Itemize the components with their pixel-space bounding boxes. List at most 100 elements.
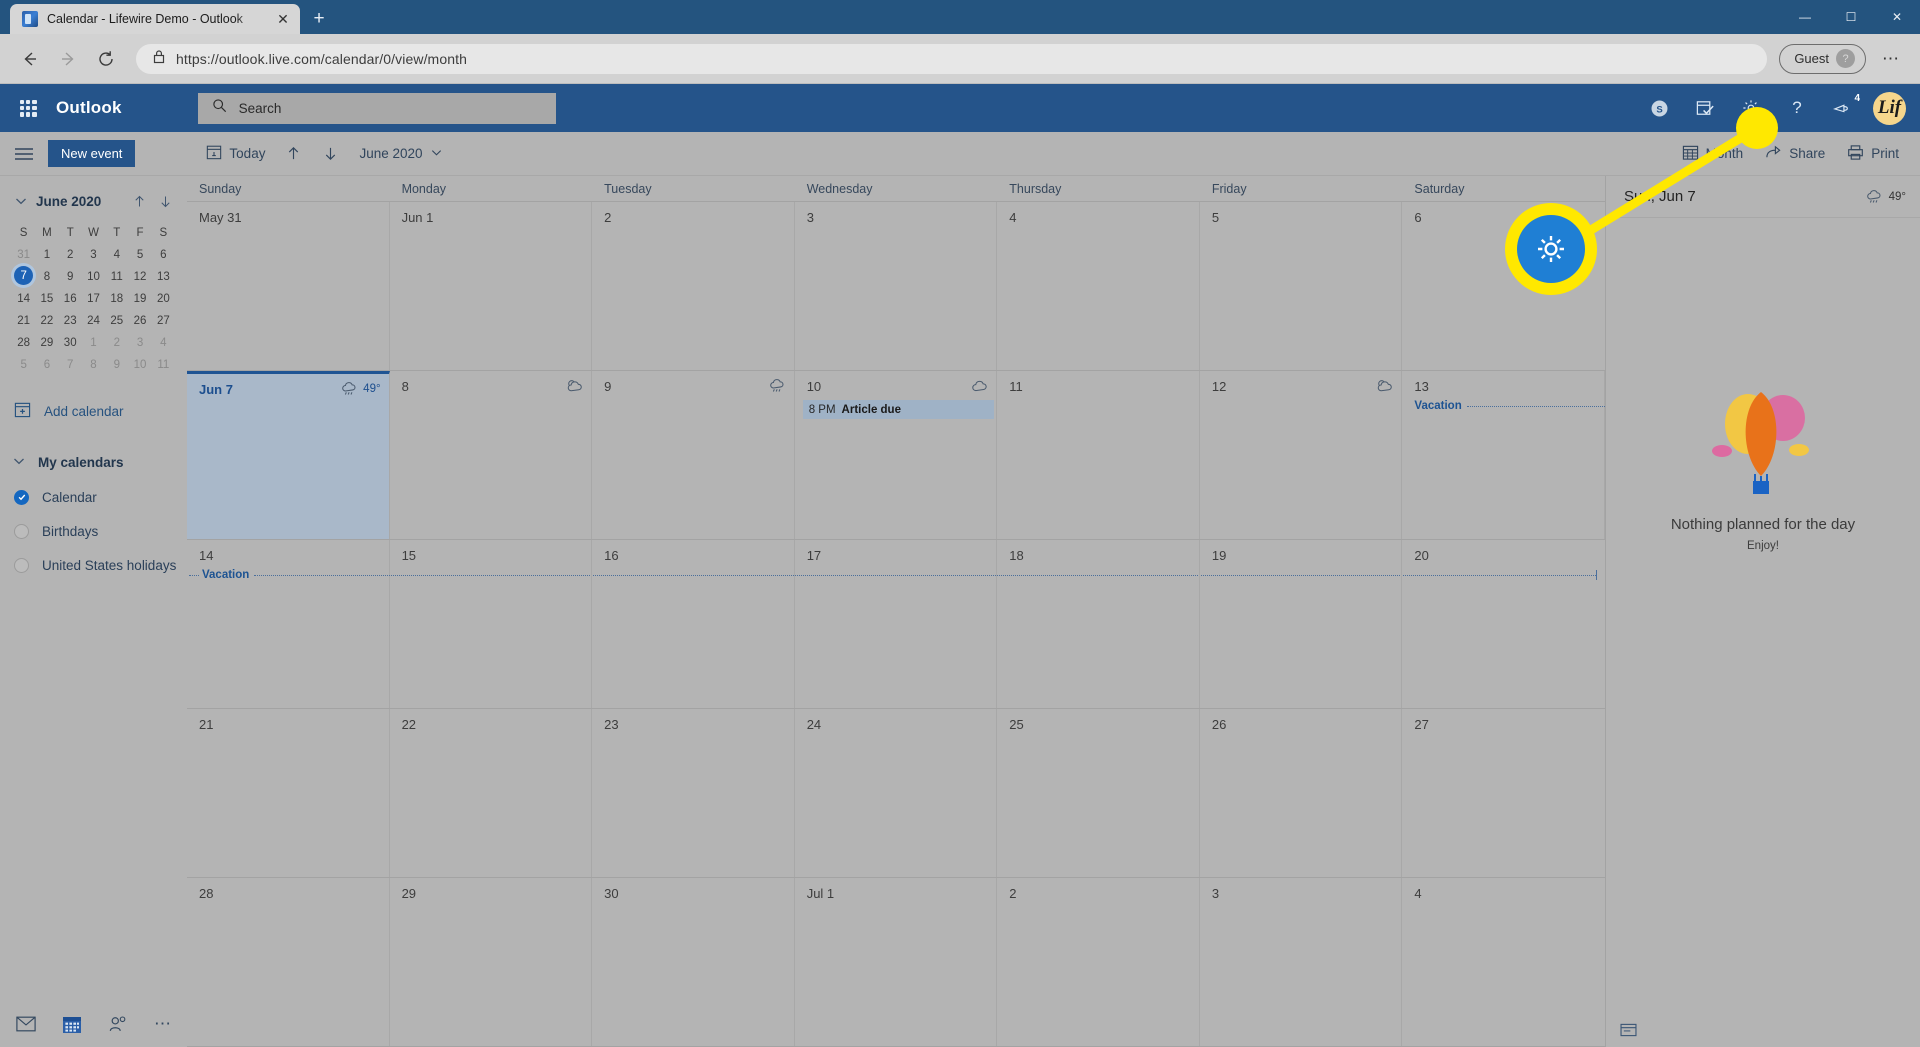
mini-calendar-day[interactable]: 19 [128,288,151,310]
mini-calendar-day[interactable]: 16 [59,288,82,310]
print-button[interactable]: Print [1838,138,1908,170]
mini-calendar-day[interactable]: 1 [35,244,58,266]
calendar-day-cell[interactable]: 26 [1200,709,1403,877]
calendar-day-cell[interactable]: 3 [1200,878,1403,1046]
mini-calendar-day[interactable]: 6 [35,354,58,376]
more-apps-icon[interactable]: ⋯ [154,1014,173,1034]
calendar-day-number[interactable]: 14 [199,548,213,563]
mini-calendar-day[interactable]: 31 [12,244,35,266]
maximize-icon[interactable]: ☐ [1828,0,1874,34]
mini-calendar-grid[interactable]: S M T W T F S 31 1 2 3 4 5 6 7 8 9 10 11 12 13 14 15 16 17 18 19 20… [12,222,175,376]
share-button[interactable]: Share [1756,138,1834,170]
calendar-check-icon[interactable] [1685,88,1725,128]
calendar-day-cell[interactable]: 17 [795,540,998,708]
mini-calendar-day[interactable]: 11 [105,266,128,288]
outlook-brand[interactable]: Outlook [56,98,122,118]
browser-tab[interactable]: Calendar - Lifewire Demo - Outlook ✕ [10,4,300,34]
mini-calendar-day[interactable]: 9 [59,266,82,288]
mini-calendar-day[interactable]: 5 [12,354,35,376]
mini-calendar-collapse-icon[interactable] [12,194,30,208]
search-input[interactable]: Search [197,92,556,124]
calendar-day-number[interactable]: 15 [402,548,416,563]
calendar-day-number[interactable]: 12 [1212,379,1226,394]
calendar-day-cell[interactable]: 4 [997,202,1200,370]
calendar-day-cell[interactable]: 18 [997,540,1200,708]
mini-calendar-day[interactable]: 8 [82,354,105,376]
address-bar[interactable]: https://outlook.live.com/calendar/0/view… [136,43,1768,74]
reload-icon[interactable] [88,41,124,77]
mini-calendar-day[interactable]: 3 [128,332,151,354]
calendar-day-number[interactable]: 20 [1414,548,1428,563]
calendar-item-us-holidays[interactable]: United States holidays [0,548,187,582]
calendar-day-number[interactable]: 18 [1009,548,1023,563]
calendar-day-cell[interactable]: 12 [1200,371,1403,539]
calendar-day-number[interactable]: 3 [1212,886,1219,901]
add-calendar-button[interactable]: Add calendar [0,394,187,428]
calendar-day-number[interactable]: 24 [807,717,821,732]
new-tab-button[interactable]: + [304,4,334,34]
profile-button[interactable]: Guest ? [1779,43,1866,74]
mini-calendar-day[interactable]: 2 [105,332,128,354]
calendar-day-number[interactable]: 30 [604,886,618,901]
mini-calendar-day[interactable]: 8 [35,266,58,288]
calendar-day-cell[interactable]: 16 [592,540,795,708]
mini-calendar-day[interactable]: 10 [82,266,105,288]
mini-calendar-day[interactable]: 13 [152,266,175,288]
calendar-day-number[interactable]: 16 [604,548,618,563]
calendar-item-calendar[interactable]: Calendar [0,480,187,514]
mini-calendar-day[interactable]: 24 [82,310,105,332]
calendar-day-cell[interactable]: 11 [997,371,1200,539]
calendar-day-number[interactable]: 13 [1414,379,1428,394]
calendar-day-number[interactable]: 6 [1414,210,1421,225]
add-event-icon[interactable] [1620,1023,1637,1042]
calendar-day-cell[interactable]: 6 [1402,202,1605,370]
gear-icon[interactable] [1731,88,1771,128]
browser-menu-icon[interactable]: ⋯ [1874,42,1908,76]
calendar-day-cell[interactable]: 13 [1402,371,1605,539]
mini-calendar-day[interactable]: 20 [152,288,175,310]
calendar-day-cell[interactable]: 29 [390,878,593,1046]
calendar-day-cell[interactable]: 20 [1402,540,1605,708]
mini-calendar-day[interactable]: 28 [12,332,35,354]
mini-calendar-day[interactable]: 26 [128,310,151,332]
calendar-day-number[interactable]: 2 [1009,886,1016,901]
mini-calendar-day[interactable]: 18 [105,288,128,310]
mini-calendar-day[interactable]: 6 [152,244,175,266]
calendar-day-cell[interactable]: 14 [187,540,390,708]
mail-icon[interactable] [16,1016,36,1032]
calendar-day-number[interactable]: 29 [402,886,416,901]
calendar-day-number[interactable]: 22 [402,717,416,732]
calendar-day-cell[interactable]: Jul 1 [795,878,998,1046]
calendar-day-number[interactable]: 10 [807,379,821,394]
calendar-day-number[interactable]: 27 [1414,717,1428,732]
calendar-day-number[interactable]: 2 [604,210,611,225]
multi-day-event-start[interactable]: Vacation [1402,398,1605,414]
mini-calendar-day[interactable]: 2 [59,244,82,266]
calendar-day-cell[interactable]: 5 [1200,202,1403,370]
calendar-day-cell[interactable]: 2 [997,878,1200,1046]
calendar-item-birthdays[interactable]: Birthdays [0,514,187,548]
mini-calendar-day-today[interactable]: 7 [14,266,34,285]
calendar-day-cell[interactable]: 28 [187,878,390,1046]
calendar-day-number[interactable]: 4 [1414,886,1421,901]
mini-calendar-day[interactable]: 9 [105,354,128,376]
mini-calendar-day[interactable]: 11 [152,354,175,376]
calendar-day-cell[interactable]: 30 [592,878,795,1046]
calendar-day-number[interactable]: May 31 [199,210,242,225]
calendar-day-number[interactable]: Jun 1 [402,210,434,225]
mini-calendar-day[interactable]: 5 [128,244,151,266]
back-icon[interactable] [12,41,48,77]
minimize-icon[interactable]: — [1782,0,1828,34]
calendar-day-cell[interactable]: 23 [592,709,795,877]
user-avatar[interactable]: Lif [1873,91,1906,125]
calendar-day-number[interactable]: Jul 1 [807,886,834,901]
mini-calendar-day[interactable]: 27 [152,310,175,332]
mini-calendar-day[interactable]: 22 [35,310,58,332]
mini-calendar-day[interactable]: 14 [12,288,35,310]
calendar-day-number[interactable]: 23 [604,717,618,732]
calendar-day-cell[interactable]: Jun 1 [390,202,593,370]
forward-icon[interactable] [50,41,86,77]
mini-calendar-day[interactable]: 1 [82,332,105,354]
calendar-weeks[interactable]: May 31 Jun 1 2 3 4 5 6 Jun 7 49° 8 9 10 8 PM Article … [187,202,1605,1047]
mini-calendar-day[interactable]: 3 [82,244,105,266]
